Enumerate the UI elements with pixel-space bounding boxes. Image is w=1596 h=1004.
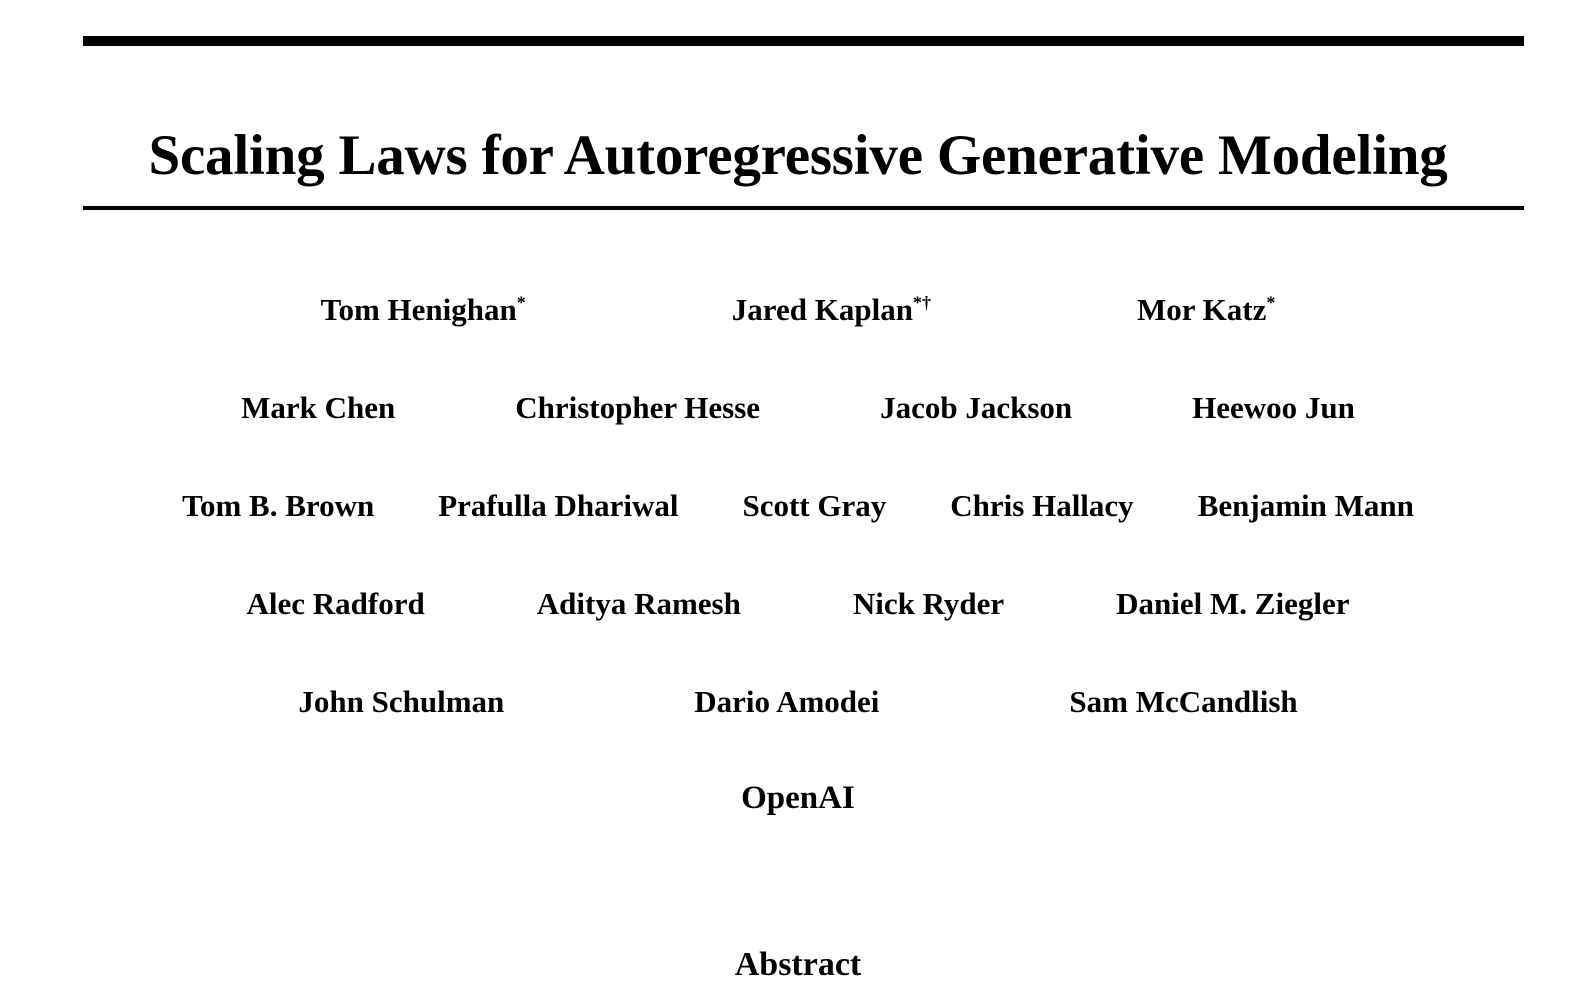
author-name-text: Benjamin Mann <box>1197 488 1414 523</box>
author-name-text: Alec Radford <box>246 586 425 621</box>
author-name: Daniel M. Ziegler <box>1116 588 1349 619</box>
author-row: Tom B. Brown Prafulla Dhariwal Scott Gray C… <box>0 490 1596 588</box>
author-name-text: Aditya Ramesh <box>536 586 741 621</box>
author-name: Benjamin Mann <box>1198 490 1414 521</box>
author-name-text: Sam McCandlish <box>1069 684 1298 719</box>
author-name: Heewoo Jun <box>1192 392 1355 423</box>
author-name-text: Christopher Hesse <box>515 390 761 425</box>
author-name-text: Chris Hallacy <box>950 488 1134 523</box>
author-name: Scott Gray <box>742 490 886 521</box>
author-name: Tom B. Brown <box>182 490 374 521</box>
author-name-text: Prafulla Dhariwal <box>438 488 679 523</box>
paper-title-page: Scaling Laws for Autoregressive Generati… <box>0 0 1596 1004</box>
author-name: Chris Hallacy <box>950 490 1133 521</box>
author-name-text: Heewoo Jun <box>1192 390 1355 425</box>
author-name-text: Daniel M. Ziegler <box>1116 586 1350 621</box>
author-name-text: Tom B. Brown <box>182 488 375 523</box>
author-name-text: Jared Kaplan <box>731 292 913 327</box>
author-name-text: Nick Ryder <box>852 586 1005 621</box>
author-name: Sam McCandlish <box>1069 686 1297 717</box>
author-name: Aditya Ramesh <box>537 588 741 619</box>
author-name-text: Jacob Jackson <box>880 390 1073 425</box>
author-name: Mor Katz* <box>1137 294 1275 325</box>
author-name: Dario Amodei <box>694 686 879 717</box>
author-name: Nick Ryder <box>853 588 1004 619</box>
title-bottom-rule <box>83 206 1524 210</box>
abstract-heading: Abstract <box>734 946 862 984</box>
author-footnote-marker: * <box>516 292 526 313</box>
author-name: Jared Kaplan*† <box>732 294 931 325</box>
author-name-text: Mor Katz <box>1136 292 1267 327</box>
affiliation-container: OpenAI <box>0 782 1596 815</box>
author-name: John Schulman <box>298 686 504 717</box>
abstract-container: Abstract <box>0 920 1596 1004</box>
author-name-text: Tom Henighan <box>320 292 517 327</box>
author-name: Jacob Jackson <box>880 392 1072 423</box>
author-footnote-marker: *† <box>912 292 931 313</box>
author-name-text: Dario Amodei <box>694 684 880 719</box>
title-container: Scaling Laws for Autoregressive Generati… <box>0 88 1596 224</box>
author-row: Alec Radford Aditya Ramesh Nick Ryder Danie… <box>0 588 1596 686</box>
author-name: Christopher Hesse <box>515 392 760 423</box>
author-row: John Schulman Dario Amodei Sam McCandlish <box>0 686 1596 784</box>
author-row: Tom Henighan* Jared Kaplan*† Mor Katz* <box>0 294 1596 392</box>
affiliation: OpenAI <box>741 780 855 816</box>
title-top-rule <box>83 36 1524 46</box>
author-name-text: Mark Chen <box>241 390 396 425</box>
author-name: Mark Chen <box>241 392 395 423</box>
author-footnote-marker: * <box>1266 292 1276 313</box>
author-name-text: Scott Gray <box>742 488 887 523</box>
author-list: Tom Henighan* Jared Kaplan*† Mor Katz* Mark… <box>0 294 1596 784</box>
author-name: Prafulla Dhariwal <box>438 490 678 521</box>
author-name-text: John Schulman <box>298 684 505 719</box>
author-name: Tom Henighan* <box>321 294 526 325</box>
author-name: Alec Radford <box>247 588 425 619</box>
author-row: Mark Chen Christopher Hesse Jacob Jackson H… <box>0 392 1596 490</box>
page-title: Scaling Laws for Autoregressive Generati… <box>148 124 1448 188</box>
